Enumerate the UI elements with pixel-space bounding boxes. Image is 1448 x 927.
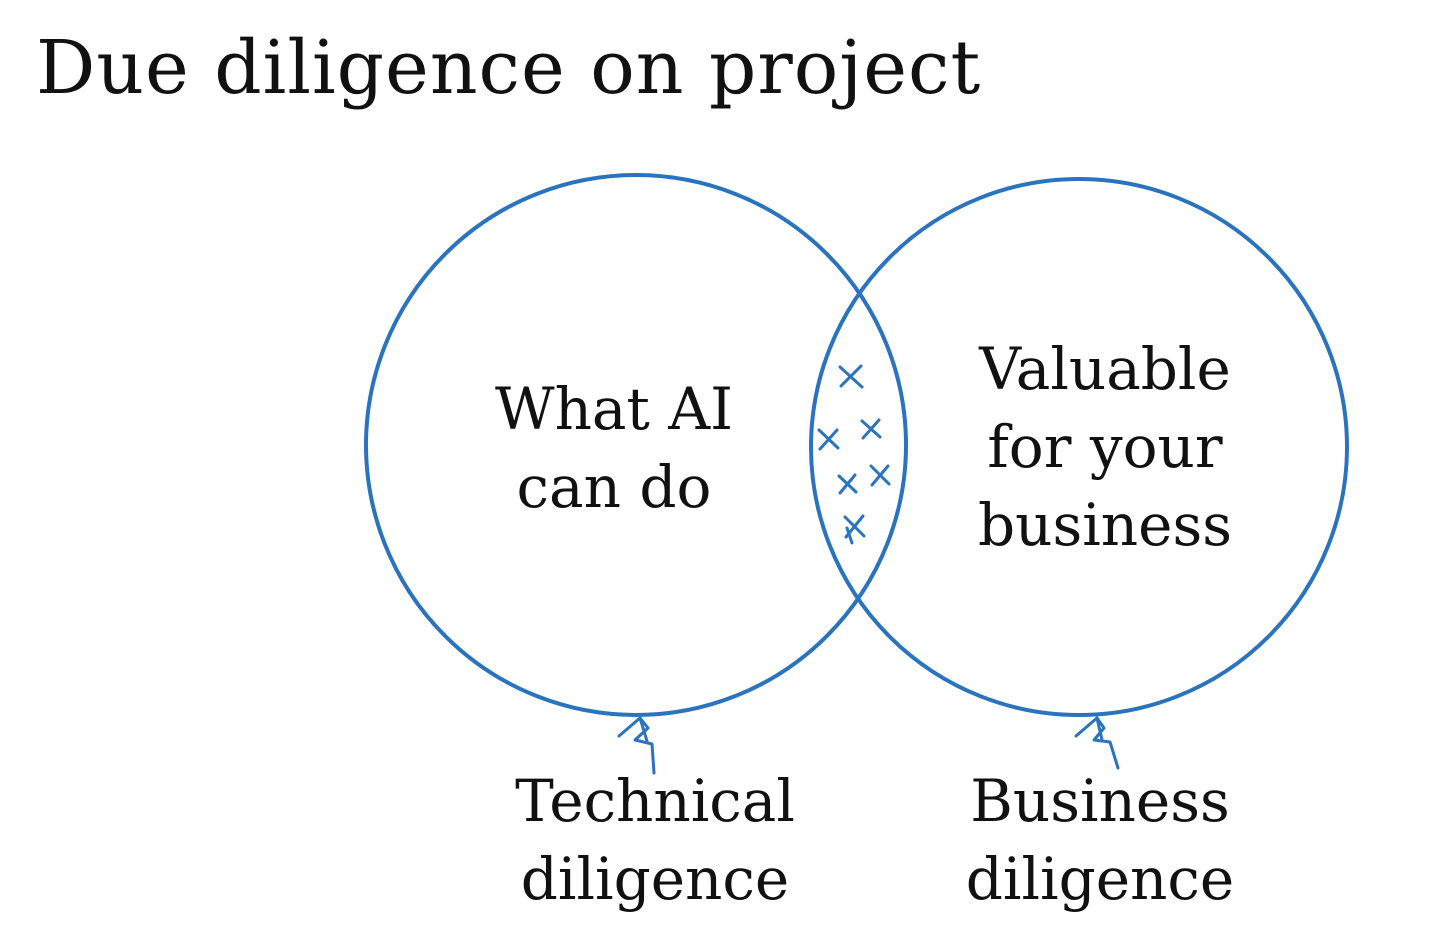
right-circle-label-line: Valuable (979, 335, 1231, 403)
x-mark-icon (869, 464, 891, 487)
caption-line: Business (970, 767, 1230, 835)
caption-line: diligence (965, 845, 1235, 913)
left-circle-label-line: can do (516, 453, 712, 521)
overlap-marks (817, 364, 891, 545)
right-circle-label-line: for your (987, 413, 1223, 481)
caption-line: diligence (520, 845, 790, 913)
left-circle-label: What AI can do (454, 370, 774, 526)
technical-diligence-caption: Technical diligence (490, 762, 820, 918)
right-circle-label: Valuable for your business (940, 330, 1270, 564)
caption-line: Technical (515, 767, 795, 835)
business-diligence-caption: Business diligence (940, 762, 1260, 918)
left-circle-label-line: What AI (494, 375, 734, 443)
x-mark-icon (838, 364, 864, 389)
x-mark-icon (837, 473, 858, 495)
x-mark-icon (817, 428, 840, 451)
x-mark-icon (860, 418, 882, 440)
right-circle-label-line: business (977, 491, 1232, 559)
arrow-business-icon (1074, 716, 1120, 770)
